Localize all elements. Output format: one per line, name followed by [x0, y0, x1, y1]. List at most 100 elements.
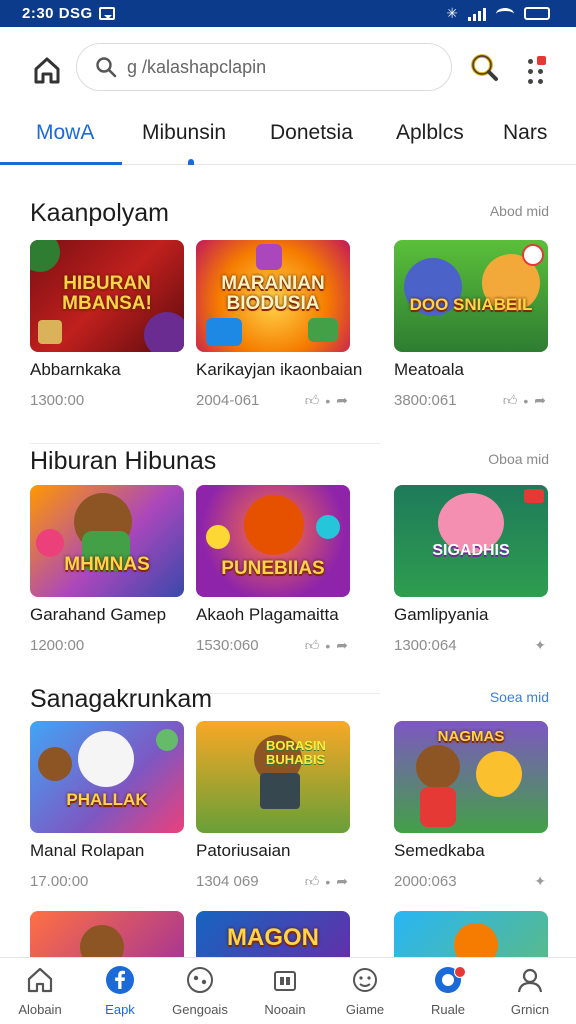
tab-aplblcs[interactable]: Aplblcs: [396, 121, 464, 145]
nav-item-nooain[interactable]: Nooain: [245, 964, 325, 1017]
tab-mibunsin[interactable]: Mibunsin: [142, 121, 226, 145]
notification-dot: [537, 56, 546, 65]
status-icons: ✳: [446, 5, 550, 22]
signal-icon: [468, 7, 486, 21]
game-art-title: PHALLAK: [66, 790, 148, 809]
tab-nars[interactable]: Nars: [503, 121, 547, 145]
gamepad-icon: [353, 968, 377, 992]
game-thumbnail: MARANIAN BIODUSIA: [196, 240, 350, 352]
game-card[interactable]: NAGMAS Semedkaba 2000:063 ✦: [394, 721, 550, 890]
game-card[interactable]: PUNEBIIAS Akaoh Plagamaitta 1530:060 👍︎ •…: [196, 485, 352, 654]
game-art-title: BORASIN BUHABIS: [266, 738, 326, 767]
like-icon[interactable]: 👍︎: [305, 392, 320, 409]
game-name: Abbarnkaka: [30, 360, 121, 379]
share-icon[interactable]: ➦: [336, 392, 348, 409]
nav-item-alobain[interactable]: Alobain: [0, 964, 80, 1017]
home-icon: [34, 57, 60, 84]
nav-item-giame[interactable]: Giame: [325, 964, 405, 1017]
status-time: 2:30 DSG: [22, 5, 93, 22]
section-title: Kaanpolyam: [30, 199, 169, 227]
tab-mowa[interactable]: MowA: [36, 121, 94, 145]
nav-label: Nooain: [264, 1002, 306, 1017]
nav-label: Alobain: [18, 1002, 62, 1017]
message-icon: [98, 7, 115, 20]
section-title: Hiburan Hibunas: [30, 447, 217, 475]
search-bar[interactable]: g /kalashapclapin: [76, 43, 452, 91]
app-sheet: g /kalashapclapin MowA Mibunsin Donetsia…: [0, 27, 576, 1024]
like-icon[interactable]: 👍︎: [503, 392, 518, 409]
share-icon[interactable]: ➦: [336, 873, 348, 890]
nav-item-eapk[interactable]: Eapk: [80, 964, 160, 1017]
share-icon[interactable]: ✦: [534, 637, 546, 654]
wifi-icon: [496, 7, 514, 20]
game-thumbnail: HIBURAN MBANSA!: [30, 240, 184, 352]
facebook-icon: [106, 966, 134, 994]
game-name: Meatoala: [394, 360, 464, 379]
game-art-title: HIBURAN MBANSA!: [62, 273, 152, 314]
search-action-button[interactable]: [468, 51, 502, 85]
top-bar: g /kalashapclapin: [0, 41, 576, 97]
more-menu-button[interactable]: [520, 49, 550, 89]
battery-icon: [524, 7, 550, 20]
category-tabs: MowA Mibunsin Donetsia Aplblcs Nars: [0, 107, 576, 165]
game-meta: 1530:060: [196, 637, 259, 654]
games-icon: [187, 967, 213, 993]
home-icon: [27, 967, 53, 993]
nav-badge: [454, 966, 466, 978]
game-card[interactable]: MHMNAS Garahand Gamep 1200:00: [30, 485, 186, 654]
tab-indicator-tick: [188, 159, 194, 165]
see-more-link[interactable]: Oboa mid: [488, 451, 549, 467]
nav-label: Eapk: [105, 1002, 135, 1017]
profile-icon: [517, 968, 543, 993]
game-meta: 1304 069: [196, 873, 259, 890]
game-name: Semedkaba: [394, 841, 485, 860]
game-name: Gamlipyania: [394, 605, 489, 624]
game-thumbnail: PHALLAK: [30, 721, 184, 833]
see-more-link[interactable]: Abod mid: [490, 203, 549, 219]
game-thumbnail: DOO SNIABEIL: [394, 240, 548, 352]
like-icon[interactable]: 👍︎: [305, 873, 320, 890]
see-more-link[interactable]: Soea mid: [490, 689, 549, 705]
status-bar: 2:30 DSG ✳: [0, 0, 576, 27]
nav-label: Grnicn: [510, 1002, 550, 1017]
game-meta: 1200:00: [30, 637, 85, 654]
status-time-group: 2:30 DSG: [22, 5, 115, 22]
game-art-title: SIGADHIS: [432, 542, 510, 559]
nav-item-gengoais[interactable]: Gengoais: [160, 964, 240, 1017]
share-icon[interactable]: ➦: [534, 392, 546, 409]
game-meta: 2004-061: [196, 392, 260, 409]
game-thumbnail: NAGMAS: [394, 721, 548, 833]
game-name: Karikayjan ikaonbaian: [196, 360, 363, 379]
bottom-navigation: Alobain Eapk Gengoais Nooain Giame Ruale…: [0, 957, 576, 1024]
share-icon[interactable]: ✦: [534, 873, 546, 890]
game-card[interactable]: PHALLAK Manal Rolapan 17.00:00: [30, 721, 186, 890]
game-thumbnail: SIGADHIS: [394, 485, 548, 597]
search-input[interactable]: g /kalashapclapin: [127, 57, 266, 78]
game-card[interactable]: MARANIAN BIODUSIA Karikayjan ikaonbaian …: [196, 240, 363, 409]
game-meta: 1300:00: [30, 392, 85, 409]
game-name: Garahand Gamep: [30, 605, 167, 624]
game-card[interactable]: HIBURAN MBANSA! Abbarnkaka 1300:00: [30, 240, 186, 409]
game-meta: 3800:061: [394, 392, 457, 409]
nav-item-ruale[interactable]: Ruale: [408, 964, 488, 1017]
game-meta: 17.00:00: [30, 873, 89, 890]
game-card[interactable]: DOO SNIABEIL Meatoala 3800:061 👍︎ • ➦: [394, 240, 550, 409]
nav-label: Giame: [345, 1002, 385, 1017]
nav-item-grnicn[interactable]: Grnicn: [490, 964, 570, 1017]
share-icon[interactable]: ➦: [336, 637, 348, 654]
game-card[interactable]: BORASIN BUHABIS Patoriusaian 1304 069 👍︎…: [196, 721, 352, 890]
home-button[interactable]: [30, 53, 64, 87]
game-card[interactable]: SIGADHIS Gamlipyania 1300:064 ✦: [394, 485, 550, 654]
bluetooth-icon: ✳: [446, 5, 458, 21]
nav-label: Gengoais: [172, 1002, 228, 1017]
like-icon[interactable]: 👍︎: [305, 637, 320, 654]
box-icon: [274, 971, 296, 991]
game-meta: 2000:063: [394, 873, 457, 890]
tab-donetsia[interactable]: Donetsia: [270, 121, 353, 145]
game-name: Akaoh Plagamaitta: [196, 605, 339, 624]
game-art-title: MARANIAN BIODUSIA: [221, 273, 325, 314]
game-name: Patoriusaian: [196, 841, 291, 860]
game-art-title: DOO SNIABEIL: [409, 295, 533, 314]
nav-label: Ruale: [431, 1002, 465, 1017]
game-name: Manal Rolapan: [30, 841, 145, 860]
